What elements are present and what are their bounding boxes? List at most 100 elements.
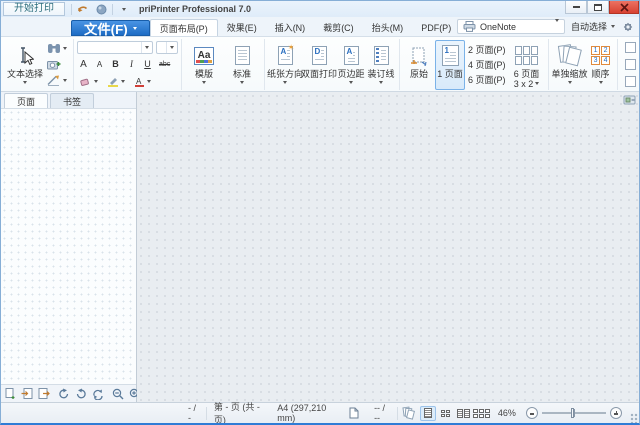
bold-button[interactable]: B	[109, 58, 122, 71]
view-single-page-button[interactable]	[419, 405, 436, 421]
view-thumbnails-button[interactable]	[438, 406, 454, 421]
grow-font-button[interactable]: A	[77, 58, 90, 71]
zoom-out-thumbs-button[interactable]	[111, 387, 125, 401]
font-color-button[interactable]: A	[131, 74, 154, 89]
measure-button[interactable]	[44, 73, 70, 88]
create-new-sheet-checkbox[interactable]: 总创建至新纸张	[624, 58, 639, 71]
facing-pages-icon	[457, 408, 471, 418]
gutter-icon	[373, 46, 389, 65]
paper-orientation-label: 纸张方向	[267, 68, 304, 79]
paper-size-indicator[interactable]: A4 (297,210 mm)	[270, 403, 341, 423]
template-label: 模版	[194, 68, 213, 79]
font-color-row: A	[77, 74, 178, 89]
one-page-button[interactable]: 1 1 页面	[435, 39, 465, 90]
page-indicator[interactable]: 第 - 页 (共 - 页)	[207, 402, 270, 423]
standard-button[interactable]: 标准	[223, 40, 261, 90]
tab-letterhead[interactable]: 抬头(M)	[363, 19, 413, 36]
page-grid-icon	[473, 408, 491, 418]
gear-icon	[623, 22, 633, 31]
zoom-in-button[interactable]	[609, 407, 622, 419]
customize-qat-button[interactable]	[117, 2, 131, 16]
text-select-button[interactable]: 文本选择	[6, 40, 44, 90]
maximize-button[interactable]	[587, 1, 609, 14]
zoom-slider-handle[interactable]	[571, 408, 575, 418]
insert-page-before-button[interactable]	[20, 387, 34, 401]
printer-settings-button[interactable]	[621, 20, 635, 34]
window-controls	[565, 1, 639, 17]
individual-zoom-button[interactable]: 单独缩放	[552, 40, 588, 90]
font-name-combo[interactable]	[77, 41, 153, 54]
panel-toggle-button[interactable]	[623, 94, 637, 108]
rotate-ccw-button[interactable]	[74, 387, 88, 401]
zoom-out-button[interactable]	[525, 407, 538, 419]
resize-grip[interactable]	[629, 413, 638, 423]
underline-button[interactable]: U	[141, 58, 154, 71]
six-pages-button[interactable]: 6 页面(P)	[465, 73, 509, 87]
original-icon	[411, 47, 427, 66]
eraser-icon	[80, 78, 89, 86]
tab-crop[interactable]: 裁剪(C)	[314, 19, 363, 36]
repeat-single-page-checkbox[interactable]: 单页重复显示	[624, 41, 639, 54]
highlight-color-button[interactable]	[104, 74, 128, 89]
gutter-button[interactable]: 装订线	[366, 40, 396, 90]
tab-file[interactable]: 文件(F)	[71, 20, 150, 37]
six-pages-grid-button[interactable]: 6 页面 3 x 2	[509, 40, 545, 90]
tab-page-layout[interactable]: 页面布局(P)	[149, 19, 218, 36]
main-area: 页面 书签	[1, 92, 639, 402]
font-style-row: A A B I U abc	[77, 57, 178, 72]
font-size-combo[interactable]	[156, 41, 178, 54]
font-combo-row	[77, 40, 178, 55]
two-pages-button[interactable]: 2 页面(P)	[465, 43, 509, 57]
printer-select[interactable]: OneNote	[456, 18, 565, 34]
copies-checkbox[interactable]: 份数	[624, 75, 639, 88]
rotate-cw-button[interactable]	[57, 387, 71, 401]
four-pages-button[interactable]: 4 页面(P)	[465, 58, 509, 72]
minimize-button[interactable]	[565, 1, 587, 14]
feedback-button[interactable]	[94, 2, 108, 16]
duplex-button[interactable]: D 双面打印	[301, 40, 337, 90]
shrink-font-button[interactable]: A	[93, 58, 106, 71]
insert-page-after-button[interactable]	[37, 387, 51, 401]
undo-button[interactable]	[76, 2, 90, 16]
view-facing-pages-button[interactable]	[456, 406, 472, 421]
minimize-icon	[572, 6, 580, 8]
rotate-180-button[interactable]	[91, 387, 105, 401]
sidebar-tab-pages[interactable]: 页面	[4, 93, 49, 108]
chevron-down-icon	[535, 82, 540, 85]
strikethrough-button[interactable]: abc	[157, 58, 172, 71]
ribbon-group-page-setup: A ✶ 纸张方向 D 双面打印 A 页边距 装订线	[265, 39, 400, 90]
view-mode-switcher	[398, 405, 494, 421]
document-preview-canvas[interactable]	[137, 92, 639, 402]
zoom-slider-track[interactable]	[541, 408, 606, 418]
sidebar-tab-bookmarks[interactable]: 书签	[50, 93, 95, 108]
template-button[interactable]: Aa 模版	[185, 40, 223, 90]
paper-source-select[interactable]: 自动选择	[571, 20, 615, 33]
screenshot-button[interactable]	[44, 57, 70, 72]
paper-orientation-icon: A ✶	[277, 43, 295, 65]
tab-pdf[interactable]: PDF(P)	[412, 19, 460, 36]
view-multipage-button[interactable]	[402, 406, 418, 421]
format-eraser-button[interactable]	[77, 74, 101, 89]
start-print-button[interactable]: 开始打印	[3, 2, 65, 16]
panel-toggle-icon	[623, 95, 636, 105]
paper-orientation-button[interactable]: A ✶ 纸张方向	[267, 40, 304, 90]
margins-button[interactable]: A 页边距	[336, 40, 366, 90]
close-button[interactable]	[609, 1, 639, 14]
page-thumbnail-panel[interactable]	[1, 109, 136, 384]
new-page-button[interactable]	[4, 387, 17, 401]
paper-orientation-indicator[interactable]	[341, 403, 367, 423]
chevron-down-icon	[379, 80, 383, 84]
chevron-down-icon	[611, 25, 615, 28]
view-grid-button[interactable]	[473, 406, 491, 421]
original-button[interactable]: 原始	[403, 40, 435, 90]
highlighter-icon	[108, 77, 118, 87]
italic-button[interactable]: I	[125, 58, 138, 71]
tab-insert[interactable]: 插入(N)	[266, 19, 315, 36]
order-button[interactable]: 12 34 顺序	[588, 40, 614, 90]
printer-name: OneNote	[479, 21, 517, 32]
page-arrow-left-icon	[21, 387, 33, 399]
tab-effects[interactable]: 效果(E)	[218, 19, 266, 36]
chevron-down-icon	[147, 80, 151, 83]
find-button[interactable]	[44, 41, 70, 56]
chevron-down-icon	[145, 46, 149, 49]
